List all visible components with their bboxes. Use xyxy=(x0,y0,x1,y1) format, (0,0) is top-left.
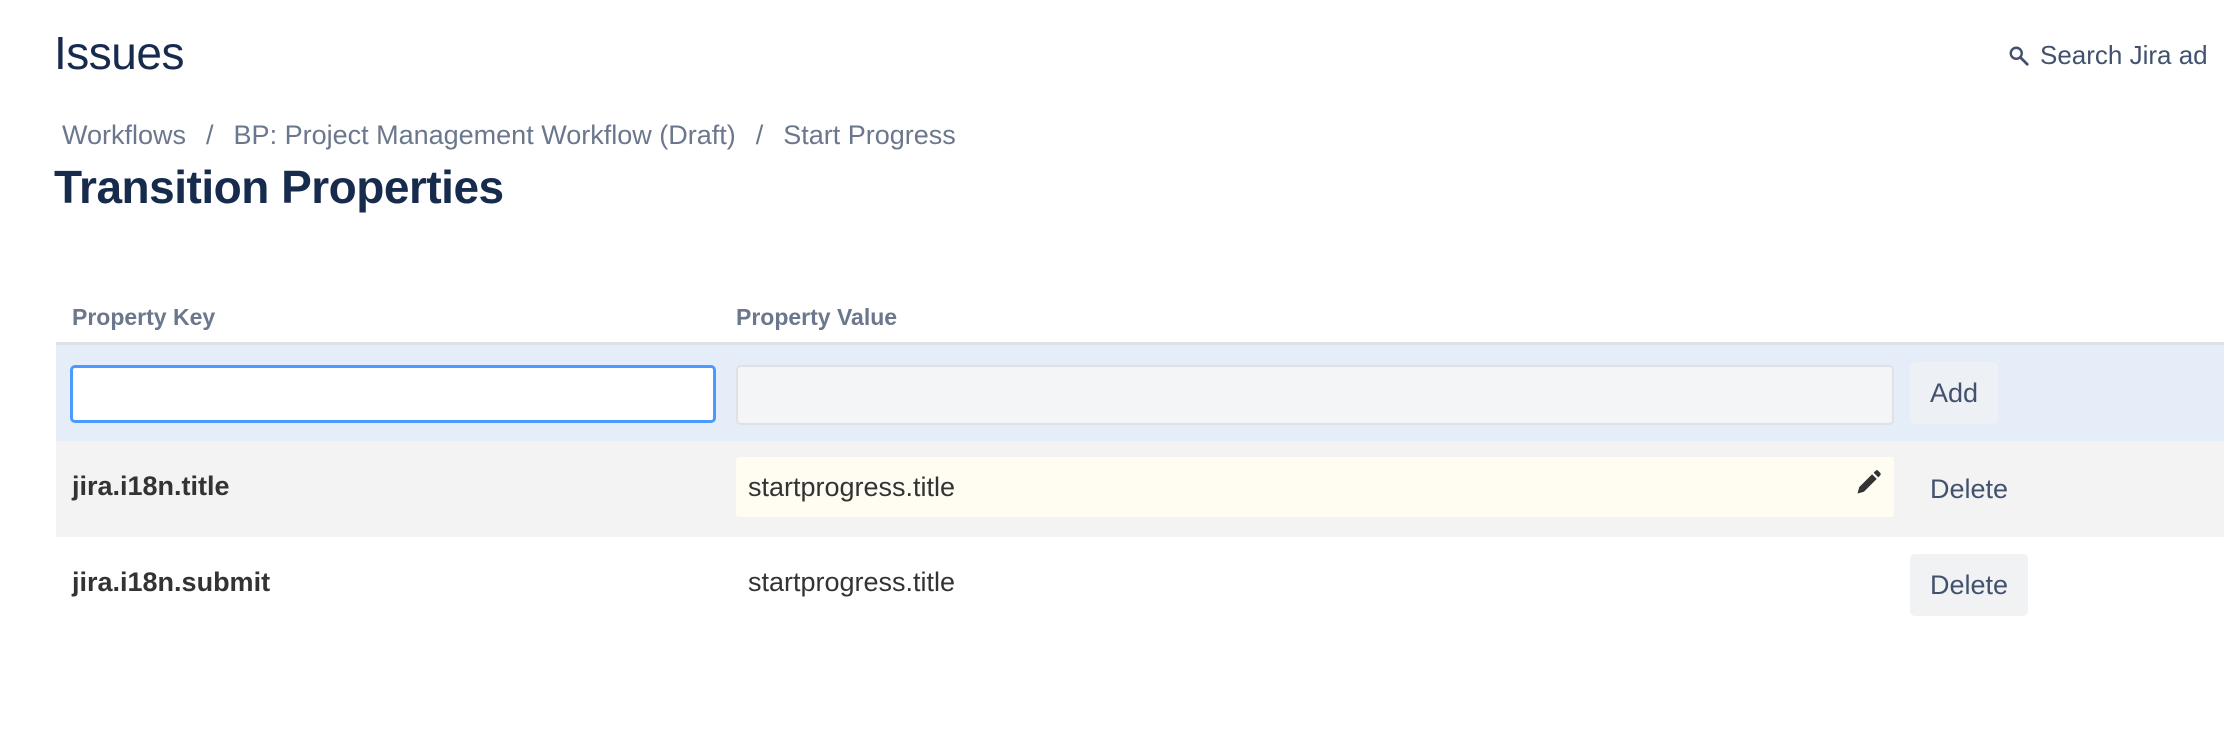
property-key-input[interactable] xyxy=(70,365,716,423)
property-value-input[interactable] xyxy=(736,365,1894,425)
search-area[interactable]: Search Jira ad xyxy=(2008,40,2208,71)
column-header-property-value: Property Value xyxy=(736,304,898,330)
properties-table: Property Key Property Value Add jira.i18… xyxy=(56,290,2224,633)
breadcrumb-separator: / xyxy=(206,120,214,150)
breadcrumb-workflows[interactable]: Workflows xyxy=(62,120,186,151)
delete-button[interactable]: Delete xyxy=(1910,458,2028,520)
property-key: jira.i18n.submit xyxy=(72,567,271,597)
breadcrumb: Workflows / BP: Project Management Workf… xyxy=(62,120,956,151)
table-row: jira.i18n.submit startprogress.title Del… xyxy=(56,537,2224,633)
table-row: jira.i18n.title startprogress.title Dele… xyxy=(56,441,2224,537)
app-title: Issues xyxy=(54,27,184,79)
column-header-property-key: Property Key xyxy=(72,304,216,330)
table-header: Property Key Property Value xyxy=(56,290,2224,345)
search-icon xyxy=(2009,46,2029,66)
breadcrumb-separator: / xyxy=(755,120,764,150)
delete-button[interactable]: Delete xyxy=(1910,554,2029,616)
breadcrumb-workflow-draft[interactable]: BP: Project Management Workflow (Draft) xyxy=(234,120,736,151)
add-property-row: Add xyxy=(56,345,2224,441)
add-button[interactable]: Add xyxy=(1910,362,1999,424)
pencil-icon[interactable] xyxy=(1854,469,1882,497)
property-key: jira.i18n.title xyxy=(72,471,230,501)
property-value: startprogress.title xyxy=(748,567,956,597)
page: Issues Search Jira ad Workflows / BP: Pr… xyxy=(0,0,2224,750)
page-title: Transition Properties xyxy=(54,161,504,213)
search-label[interactable]: Search Jira ad xyxy=(2040,40,2208,71)
breadcrumb-start-progress[interactable]: Start Progress xyxy=(783,120,956,151)
property-value: startprogress.title xyxy=(748,471,956,502)
property-value-editable[interactable]: startprogress.title xyxy=(736,457,1894,517)
